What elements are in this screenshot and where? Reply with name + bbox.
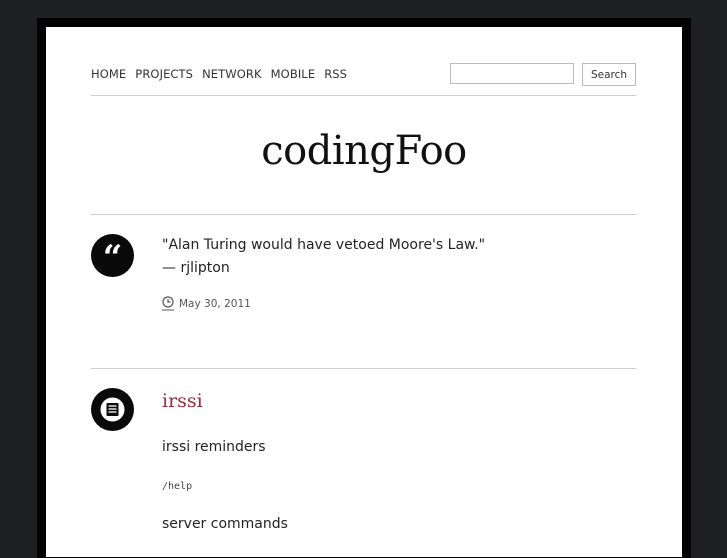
quote-icon: “: [91, 234, 134, 278]
search-button[interactable]: Search: [582, 63, 636, 86]
post-meta: May 30, 2011: [162, 296, 251, 311]
nav-rss[interactable]: RSS: [324, 67, 347, 81]
quote-post: "Alan Turing would have vetoed Moore's L…: [162, 234, 485, 280]
nav-mobile[interactable]: MOBILE: [271, 67, 316, 81]
quote-attribution: — rjlipton: [162, 260, 230, 276]
post-paragraph: server commands: [162, 516, 288, 532]
main-nav: HOME PROJECTS NETWORK MOBILE RSS: [91, 67, 347, 81]
nav-home[interactable]: HOME: [91, 67, 126, 81]
list-icon: [91, 388, 134, 431]
nav-network[interactable]: NETWORK: [202, 67, 262, 81]
quote-text: "Alan Turing would have vetoed Moore's L…: [162, 237, 486, 253]
nav-projects[interactable]: PROJECTS: [135, 67, 193, 81]
header-divider: [91, 95, 636, 96]
post-divider: [91, 214, 636, 215]
post-date[interactable]: May 30, 2011: [179, 298, 251, 310]
page: HOME PROJECTS NETWORK MOBILE RSS Search …: [46, 27, 682, 557]
post-divider: [91, 368, 636, 369]
post-paragraph: irssi reminders: [162, 439, 266, 455]
clock-icon: [162, 296, 174, 311]
post-title-link[interactable]: irssi: [162, 390, 203, 412]
svg-text:“: “: [103, 238, 123, 277]
site-title[interactable]: codingFoo: [46, 128, 682, 174]
search-input[interactable]: [450, 63, 574, 84]
code-snippet: /help: [162, 481, 193, 492]
